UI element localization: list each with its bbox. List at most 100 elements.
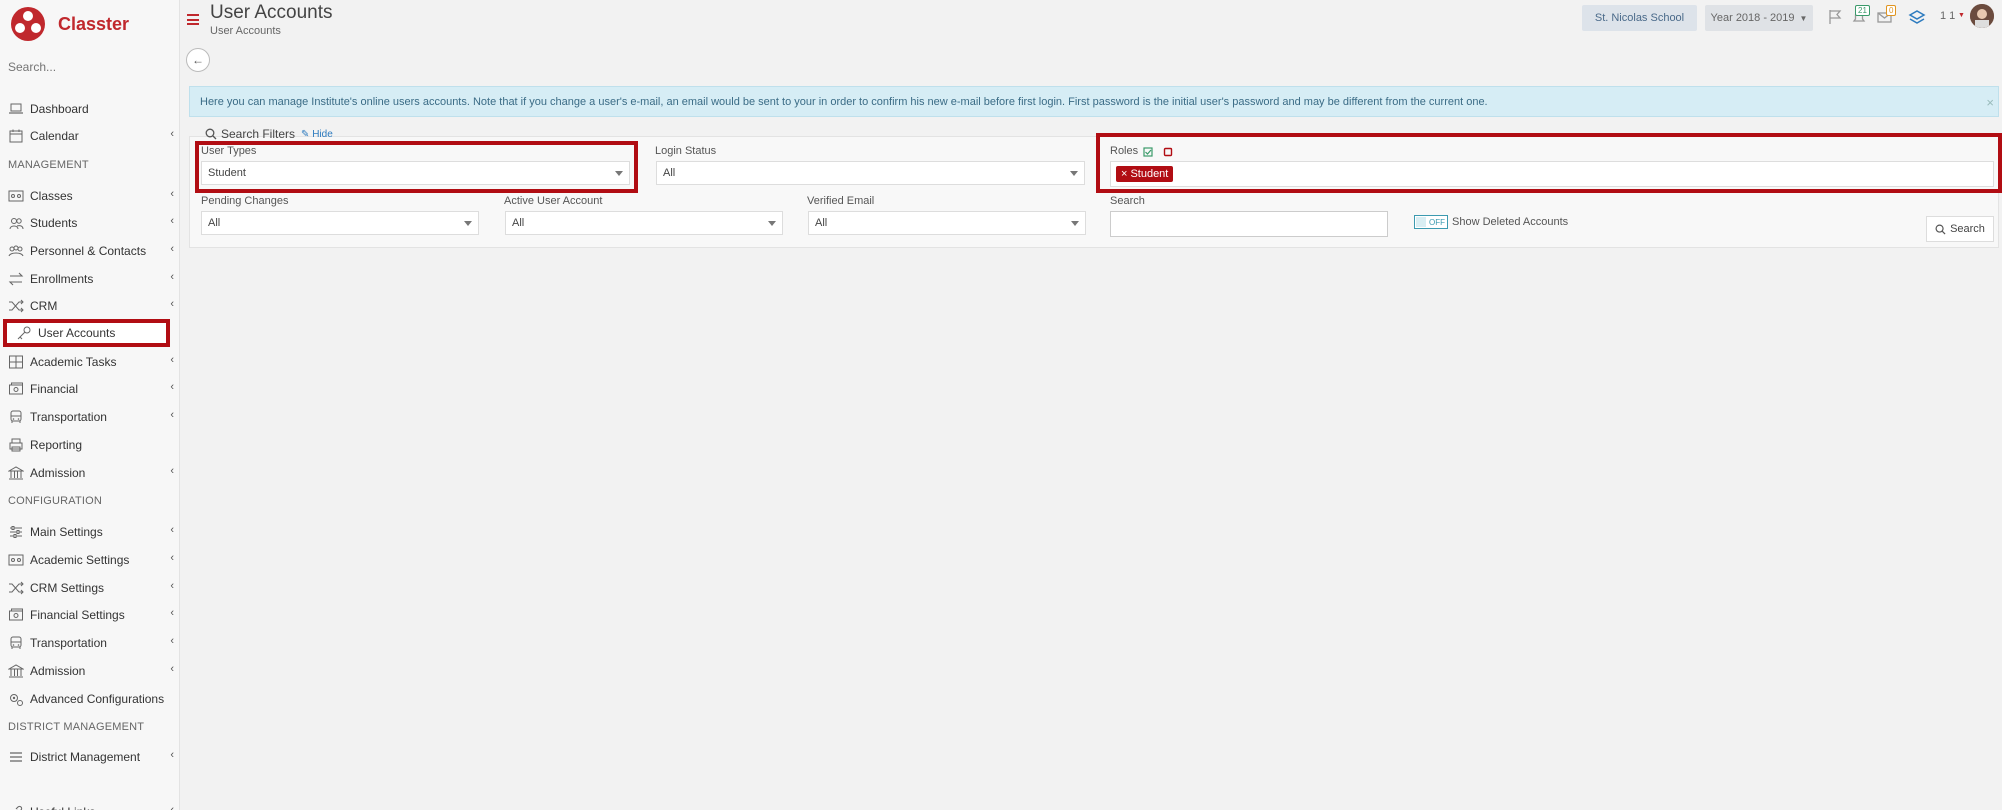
sidebar-item-dashboard[interactable]: Dashboard xyxy=(8,98,176,120)
search-icon xyxy=(205,128,217,140)
sidebar-item-label: User Accounts xyxy=(38,326,116,340)
sidebar-item-crm-settings[interactable]: CRM Settings ‹ xyxy=(8,577,176,599)
chevron-left-icon: ‹ xyxy=(170,409,174,421)
sidebar-section-management: MANAGEMENT xyxy=(8,159,89,171)
table-icon xyxy=(9,355,23,369)
verified-email-label: Verified Email xyxy=(807,195,875,207)
bus-icon xyxy=(10,410,22,423)
pending-changes-value: All xyxy=(208,217,221,229)
sidebar-item-label: Financial Settings xyxy=(30,608,125,622)
sidebar-item-label: Dashboard xyxy=(30,102,89,116)
sidebar-item-user-accounts[interactable]: User Accounts xyxy=(3,319,170,347)
list-icon xyxy=(10,752,22,762)
calendar-icon xyxy=(9,129,23,143)
sidebar-item-label: Reporting xyxy=(30,438,83,452)
search-filters-title: Search Filters xyxy=(221,127,296,141)
sidebar-item-students[interactable]: Students ‹ xyxy=(8,212,176,234)
sidebar-item-reporting[interactable]: Reporting xyxy=(8,434,176,456)
key-icon xyxy=(17,326,31,340)
bus-icon xyxy=(10,636,22,649)
sidebar-item-financial[interactable]: Financial ‹ xyxy=(8,378,176,400)
login-status-value: All xyxy=(663,167,676,179)
highlight-roles xyxy=(1096,133,2002,193)
building-icon xyxy=(8,664,24,678)
printer-icon xyxy=(9,438,23,452)
classes-icon xyxy=(8,554,24,566)
sidebar-item-admission[interactable]: Admission ‹ xyxy=(8,462,176,484)
sidebar-item-label: Transportation xyxy=(30,410,107,424)
chevron-left-icon: ‹ xyxy=(170,635,174,647)
close-icon[interactable]: × xyxy=(1986,95,1994,110)
login-status-label: Login Status xyxy=(655,145,717,157)
caret-down-icon xyxy=(1071,221,1079,226)
logo[interactable]: Classter xyxy=(10,4,129,44)
layers-icon[interactable] xyxy=(1908,8,1926,26)
chevron-left-icon: ‹ xyxy=(170,804,174,810)
chevron-left-icon: ‹ xyxy=(170,749,174,761)
chevron-left-icon: ‹ xyxy=(170,524,174,536)
page-title: User Accounts xyxy=(210,2,333,23)
pending-changes-select[interactable]: All xyxy=(201,211,479,235)
sidebar-item-advanced-configurations[interactable]: Advanced Configurations xyxy=(8,688,176,710)
search-filters-header: Search Filters ✎ Hide xyxy=(205,127,333,141)
show-deleted-toggle[interactable]: OFF xyxy=(1414,215,1448,229)
sidebar-item-label: Classes xyxy=(30,189,73,203)
sidebar-item-label: Enrollments xyxy=(30,272,94,286)
caret-down-icon[interactable]: ▼ xyxy=(1958,12,1965,19)
sidebar-item-admission[interactable]: Admission ‹ xyxy=(8,660,176,682)
classes-icon xyxy=(8,190,24,202)
sidebar-search-input[interactable] xyxy=(8,60,168,74)
sidebar-item-enrollments[interactable]: Enrollments ‹ xyxy=(8,268,176,290)
chevron-left-icon: ‹ xyxy=(170,188,174,200)
active-user-account-label: Active User Account xyxy=(504,195,603,207)
sidebar-item-label: Academic Settings xyxy=(30,553,130,567)
login-status-select[interactable]: All xyxy=(656,161,1085,185)
caret-down-icon: ▼ xyxy=(1799,13,1808,23)
sidebar-item-district-management[interactable]: District Management ‹ xyxy=(8,746,176,768)
caret-down-icon xyxy=(464,221,472,226)
menu-toggle-icon[interactable] xyxy=(187,14,199,25)
search-button[interactable]: Search xyxy=(1926,216,1994,242)
breadcrumb: User Accounts xyxy=(210,25,281,37)
app-name: Classter xyxy=(58,13,130,34)
hide-filters-label: Hide xyxy=(312,128,333,140)
active-user-account-select[interactable]: All xyxy=(505,211,783,235)
avatar[interactable] xyxy=(1970,4,1994,28)
sidebar-item-personnel-contacts[interactable]: Personnel & Contacts ‹ xyxy=(8,240,176,262)
chevron-left-icon: ‹ xyxy=(170,381,174,393)
year-selector-button[interactable]: Year 2018 - 2019 ▼ xyxy=(1705,5,1813,31)
school-selector-button[interactable]: St. Nicolas School xyxy=(1582,5,1697,31)
sidebar-item-main-settings[interactable]: Main Settings ‹ xyxy=(8,521,176,543)
pencil-icon: ✎ xyxy=(301,128,310,140)
search-input[interactable] xyxy=(1110,211,1388,237)
sidebar-item-academic-settings[interactable]: Academic Settings ‹ xyxy=(8,549,176,571)
sidebar-item-label: Personnel & Contacts xyxy=(30,244,147,258)
sidebar-item-transportation[interactable]: Transportation ‹ xyxy=(8,406,176,428)
info-alert: Here you can manage Institute's online u… xyxy=(189,86,1999,117)
money-icon xyxy=(9,608,23,621)
user-avatar-icon xyxy=(1970,4,1994,28)
sidebar-item-crm[interactable]: CRM ‹ xyxy=(8,295,176,317)
notifications-badge: 21 xyxy=(1855,5,1870,16)
money-icon xyxy=(9,382,23,395)
chevron-left-icon: ‹ xyxy=(170,552,174,564)
verified-email-select[interactable]: All xyxy=(808,211,1086,235)
back-button[interactable]: ← xyxy=(186,48,210,72)
shuffle-icon xyxy=(9,299,24,313)
sidebar-item-calendar[interactable]: Calendar ‹ xyxy=(8,125,176,147)
sidebar-item-academic-tasks[interactable]: Academic Tasks ‹ xyxy=(8,351,176,373)
chevron-left-icon: ‹ xyxy=(170,663,174,675)
sidebar-item-classes[interactable]: Classes ‹ xyxy=(8,185,176,207)
sidebar-item-financial-settings[interactable]: Financial Settings ‹ xyxy=(8,604,176,626)
sidebar-item-transportation[interactable]: Transportation ‹ xyxy=(8,632,176,654)
messages-badge: 0 xyxy=(1886,5,1897,16)
flag-icon[interactable] xyxy=(1826,8,1844,26)
sidebar-item-label: Admission xyxy=(30,466,86,480)
chevron-left-icon: ‹ xyxy=(170,607,174,619)
sidebar-item-useful-links[interactable]: Useful Links ‹ xyxy=(8,801,176,810)
shuffle-icon xyxy=(9,581,24,595)
toggle-state: OFF xyxy=(1429,217,1445,227)
classter-logo-icon xyxy=(11,7,45,41)
personnel-icon xyxy=(8,245,24,257)
hide-filters-link[interactable]: ✎ Hide xyxy=(301,129,333,140)
